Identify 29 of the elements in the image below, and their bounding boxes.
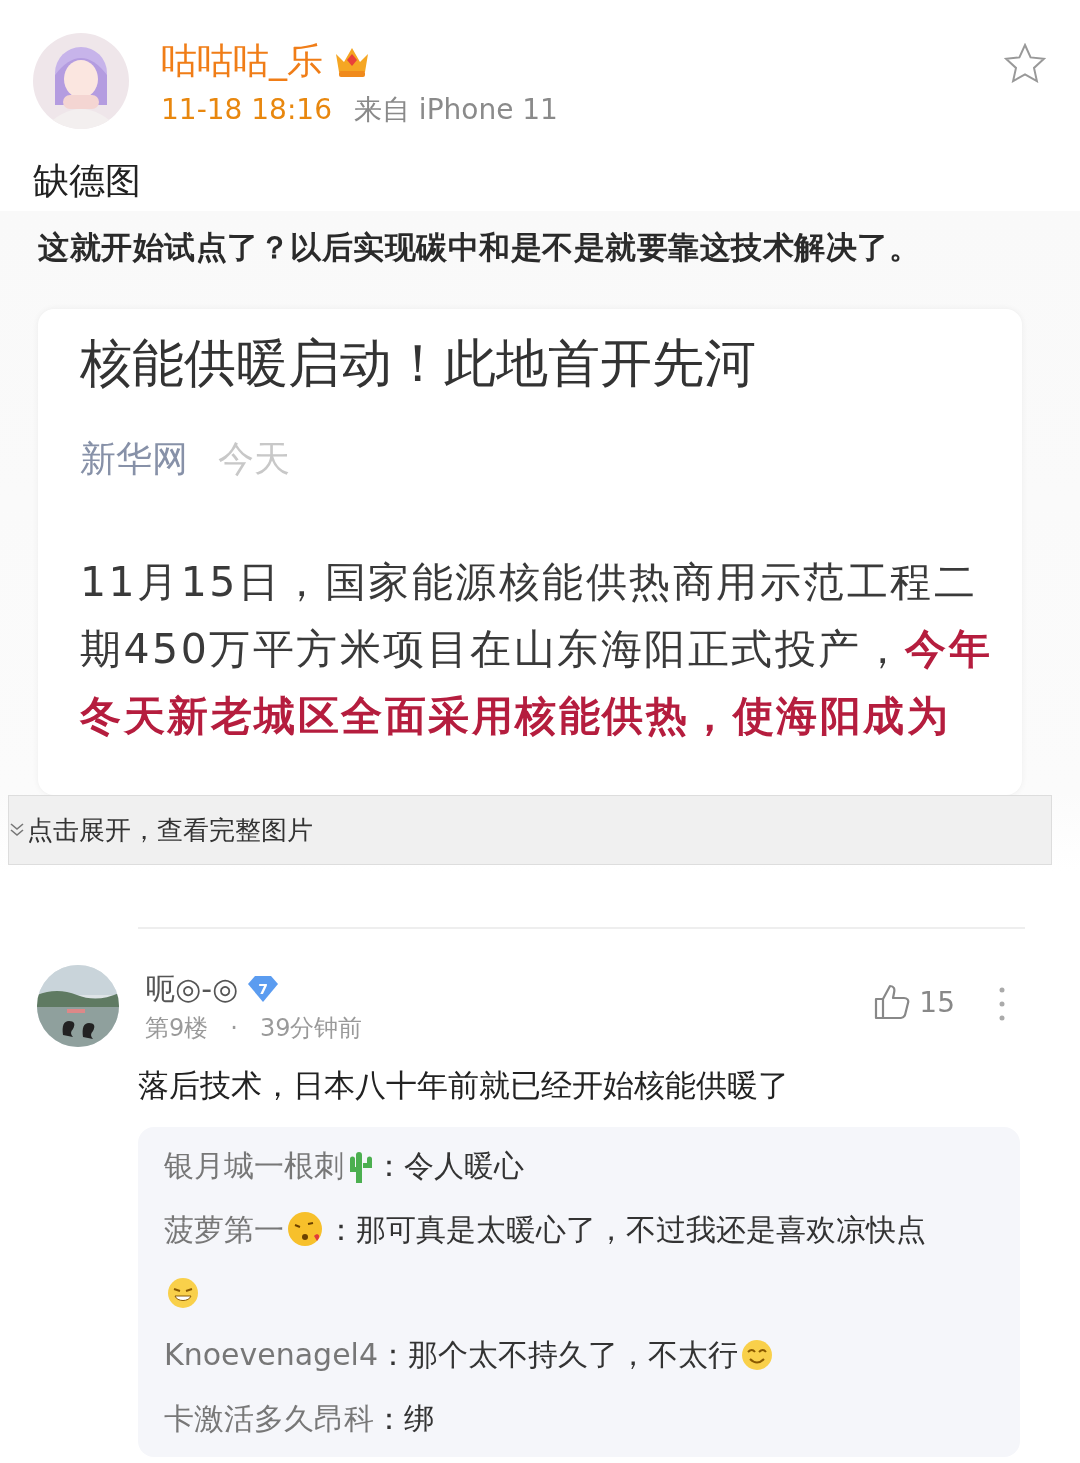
like-count: 15 [919, 985, 955, 1019]
reply-username[interactable]: 菠萝第一 [164, 1211, 284, 1246]
more-icon[interactable] [999, 987, 1005, 1021]
star-icon[interactable] [1004, 43, 1046, 83]
chevron-down-icon [9, 821, 25, 839]
post-text: 缺德图 [33, 159, 142, 203]
comment-time: 39分钟前 [259, 1013, 363, 1044]
article-source: 新华网 [80, 437, 188, 481]
reply-text: ：令人暖心 [374, 1147, 524, 1183]
question-text: 这就开始试点了？以后实现碳中和是不是就要靠这技术解决了。 [37, 228, 921, 267]
reply-username[interactable]: 卡激活多久昂科 [164, 1400, 374, 1435]
article-body: 11月15日，国家能源核能供热商用示范工程二期450万平方米项目在山东海阳正式投产，今年冬天新老城区全面采用核能供热，使海阳成为 [80, 557, 994, 742]
commenter-name[interactable]: 呃◎-◎ [145, 969, 239, 1009]
reply-username[interactable]: Knoevenagel4 [164, 1336, 379, 1372]
reply-text: ：绑 [374, 1400, 434, 1435]
thumbs-up-icon[interactable] [873, 983, 912, 1021]
post-time: 11-18 18:16 [161, 93, 332, 127]
reply-text: ：那可真是太暖心了，不过我还是喜欢凉快点 [326, 1211, 926, 1246]
expand-bar[interactable]: 点击展开，查看完整图片 [8, 795, 1052, 865]
expand-label: 点击展开，查看完整图片 [27, 813, 313, 847]
author-name[interactable]: 咕咕咕_乐 [161, 39, 323, 83]
reply-text: ：那个太不持久了，不太行 [378, 1336, 739, 1372]
reply-username[interactable]: 银月城一根刺 [164, 1147, 344, 1183]
comment-floor: 第9楼 [145, 1013, 209, 1044]
article-title: 核能供暖启动！此地首开先河 [80, 332, 757, 395]
separator-dot: · [230, 1013, 238, 1044]
comment-text: 落后技术，日本八十年前就已经开始核能供暖了 [138, 1066, 790, 1105]
post-source: 来自 iPhone 11 [353, 93, 558, 127]
level-badge: 7 [246, 974, 281, 1004]
